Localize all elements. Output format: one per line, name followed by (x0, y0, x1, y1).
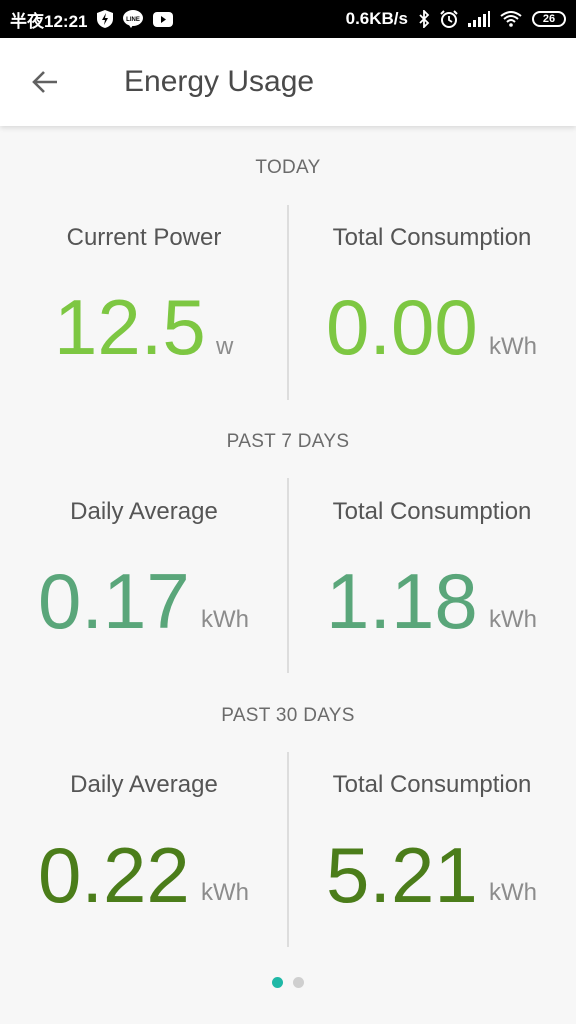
30day-total-value: 5.21 (326, 831, 478, 919)
7day-total-value: 1.18 (326, 557, 478, 645)
today-total-label: Total Consumption (332, 224, 532, 251)
30day-average-value: 0.22 (38, 831, 190, 919)
7day-average-value: 0.17 (38, 557, 190, 645)
7day-average-unit: kWh (201, 606, 249, 633)
section-title-30-days: PAST 30 DAYS (221, 705, 355, 726)
battery-icon: 26 (532, 11, 566, 27)
page-indicator (0, 977, 576, 988)
status-time: 半夜12:21 (10, 11, 88, 31)
page-dot-1[interactable] (272, 977, 283, 988)
30day-total-unit: kWh (489, 879, 537, 906)
7day-average-label: Daily Average (70, 498, 218, 525)
today-total-unit: kWh (489, 333, 537, 360)
7day-total-unit: kWh (489, 606, 537, 633)
line-app-icon: LINE (123, 10, 144, 28)
section-title-today: TODAY (255, 157, 321, 178)
current-power-label: Current Power (66, 224, 222, 251)
wifi-icon (500, 11, 522, 27)
bluetooth-icon (418, 10, 430, 28)
svg-text:LINE: LINE (127, 17, 141, 23)
page-title: Energy Usage (124, 65, 315, 98)
back-arrow-icon[interactable] (30, 67, 60, 97)
today-total-value: 0.00 (326, 283, 478, 371)
current-power-unit: w (216, 333, 234, 360)
signal-icon (468, 11, 490, 27)
bolt-shield-icon (97, 10, 114, 28)
app-bar: Energy Usage (0, 38, 576, 126)
battery-level: 26 (542, 13, 556, 25)
30day-total-label: Total Consumption (332, 771, 532, 798)
7day-total-label: Total Consumption (332, 498, 532, 525)
30day-average-label: Daily Average (70, 771, 218, 798)
youtube-icon (153, 11, 174, 27)
page-dot-2[interactable] (293, 977, 304, 988)
network-speed: 0.6KB/s (345, 9, 408, 28)
alarm-icon (440, 10, 458, 28)
current-power-value: 12.5 (54, 283, 206, 371)
section-title-7-days: PAST 7 DAYS (226, 431, 350, 452)
status-bar: 半夜12:21 LINE 0.6KB/s 26 (0, 0, 576, 38)
30day-average-unit: kWh (201, 879, 249, 906)
